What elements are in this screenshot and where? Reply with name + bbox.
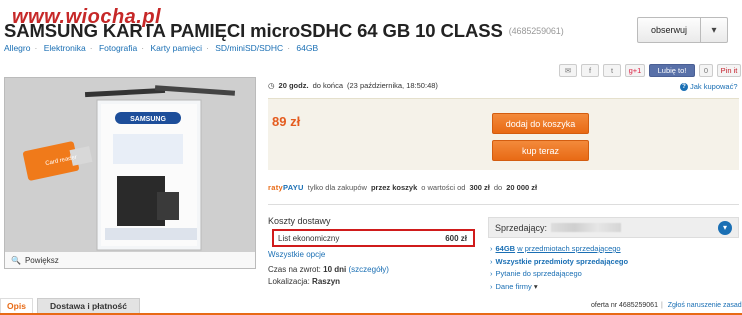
price: 89 zł <box>272 114 301 129</box>
shipping-method: List ekonomiczny <box>278 233 340 243</box>
arrow-icon: › <box>490 269 493 279</box>
arrow-icon: › <box>490 281 493 291</box>
company-data-link[interactable]: Dane firmy <box>496 282 532 291</box>
seller-items-count: › 64GB w przedmiotach sprzedającego <box>490 244 621 253</box>
follow-button[interactable]: obserwuj <box>638 18 701 42</box>
payu-installments-logo[interactable]: ratyPAYU <box>268 183 304 192</box>
seller-all-items-link[interactable]: Wszystkie przedmioty sprzedającego <box>496 257 629 266</box>
tab-description[interactable]: Opis <box>0 298 33 313</box>
card-brand-text: SAMSUNG <box>130 116 166 123</box>
follow-dropdown-button[interactable]: ▾ <box>701 18 727 42</box>
breadcrumb-item[interactable]: 64GB <box>296 43 318 53</box>
buy-now-button[interactable]: kup teraz <box>492 140 589 161</box>
shipping-method-row: List ekonomiczny 600 zł <box>272 229 475 247</box>
zoom-label: Powiększ <box>24 255 59 265</box>
share-bar: ✉ f t g+1 Lubię to! 0 Pin it <box>559 64 741 77</box>
chevron-down-icon[interactable]: ▾ <box>534 282 538 291</box>
return-period: Czas na zwrot: 10 dni (szczegóły) <box>268 265 389 274</box>
zoom-button[interactable]: 🔍 Powiększ <box>5 252 255 268</box>
return-details-link[interactable]: (szczegóły) <box>349 265 389 274</box>
seller-label: Sprzedający: <box>495 222 548 233</box>
end-date: (23 października, 18:50:48) <box>347 81 438 90</box>
breadcrumb-item[interactable]: Elektronika <box>44 43 86 53</box>
section-divider <box>268 204 739 205</box>
seller-name-blurred <box>551 223 622 232</box>
twitter-share-icon[interactable]: t <box>603 64 621 77</box>
help-icon: ? <box>680 82 688 91</box>
clock-icon: ◷ <box>268 81 275 90</box>
add-to-cart-button[interactable]: dodaj do koszyka <box>492 113 589 134</box>
shipping-heading: Koszty dostawy <box>268 216 331 226</box>
shipping-cost: 600 zł <box>445 233 467 243</box>
time-until-label: do końca <box>312 81 344 90</box>
breadcrumb-item[interactable]: SD/miniSD/SDHC <box>215 43 283 53</box>
installments-info: ratyPAYU tylko dla zakupów przez koszyk … <box>268 183 538 192</box>
seller-box[interactable]: Sprzedający: ▾ <box>488 217 739 238</box>
chevron-down-icon: ▾ <box>711 24 717 36</box>
breadcrumb-item[interactable]: Fotografia <box>99 43 137 53</box>
report-violation-link[interactable]: Zgłoś naruszenie zasad <box>668 302 742 309</box>
time-remaining-value: 20 godz. <box>278 81 309 90</box>
buy-box: 89 zł dodaj do koszyka kup teraz <box>268 98 739 170</box>
breadcrumb-item[interactable]: Karty pamięci <box>150 43 202 53</box>
facebook-like-button[interactable]: Lubię to! <box>649 64 695 77</box>
offer-number: 4685259061 <box>619 302 658 309</box>
tab-delivery-payment[interactable]: Dostawa i płatność <box>37 298 140 313</box>
offer-footer: oferta nr 4685259061 | Zgłoś naruszenie z… <box>591 302 742 309</box>
magnifier-icon: 🔍 <box>11 255 21 265</box>
follow-control: obserwuj ▾ <box>637 17 728 43</box>
breadcrumb-item[interactable]: Allegro <box>4 43 30 53</box>
facebook-share-icon[interactable]: f <box>581 64 599 77</box>
gplus-button[interactable]: g+1 <box>625 64 645 77</box>
watermark-logo: www.wiocha.pl <box>12 6 162 28</box>
seller-links: › 64GB w przedmiotach sprzedającego › Wszy… <box>490 243 628 293</box>
like-count: 0 <box>699 64 713 77</box>
breadcrumb: Allegro · Elektronika · Fotografia · Karty … <box>4 43 319 53</box>
chevron-down-icon[interactable]: ▾ <box>718 220 732 235</box>
product-photo: SAMSUNG Card reader <box>5 78 255 268</box>
email-share-icon[interactable]: ✉ <box>559 64 577 77</box>
pinit-button[interactable]: Pin it <box>717 64 741 77</box>
title-offer-number: (4685259061) <box>508 26 564 36</box>
arrow-icon: › <box>490 244 493 253</box>
product-image[interactable]: SAMSUNG Card reader 🔍 Powiększ <box>4 77 256 269</box>
how-to-buy-link[interactable]: ? Jak kupować? <box>680 82 738 91</box>
ask-seller-link[interactable]: Pytanie do sprzedającego <box>496 269 582 278</box>
arrow-icon: › <box>490 256 493 266</box>
all-shipping-options-link[interactable]: Wszystkie opcje <box>268 250 325 259</box>
location: Lokalizacja: Raszyn <box>268 277 341 286</box>
time-remaining: ◷ 20 godz. do końca (23 października, 18… <box>268 81 438 90</box>
